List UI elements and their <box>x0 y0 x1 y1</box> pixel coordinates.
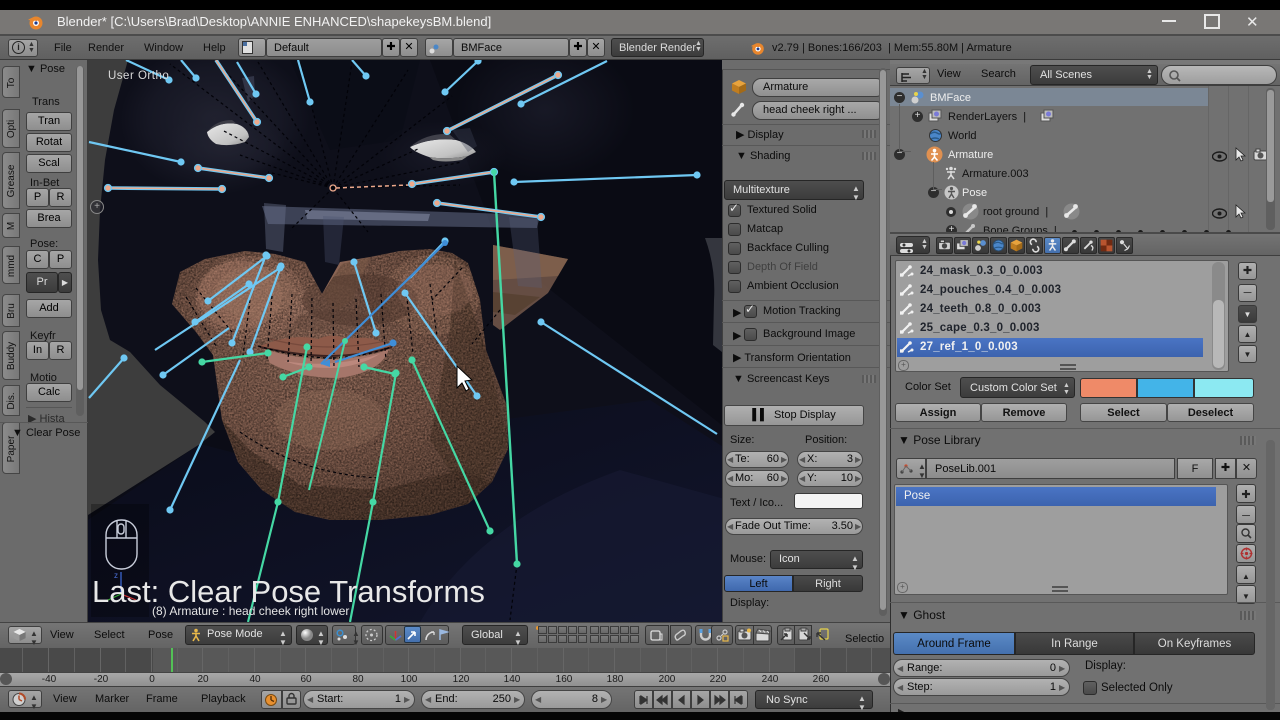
svg-text:(8) Armature : head cheek righ: (8) Armature : head cheek right lower <box>152 604 349 618</box>
svg-text:User Ortho: User Ortho <box>108 70 169 82</box>
